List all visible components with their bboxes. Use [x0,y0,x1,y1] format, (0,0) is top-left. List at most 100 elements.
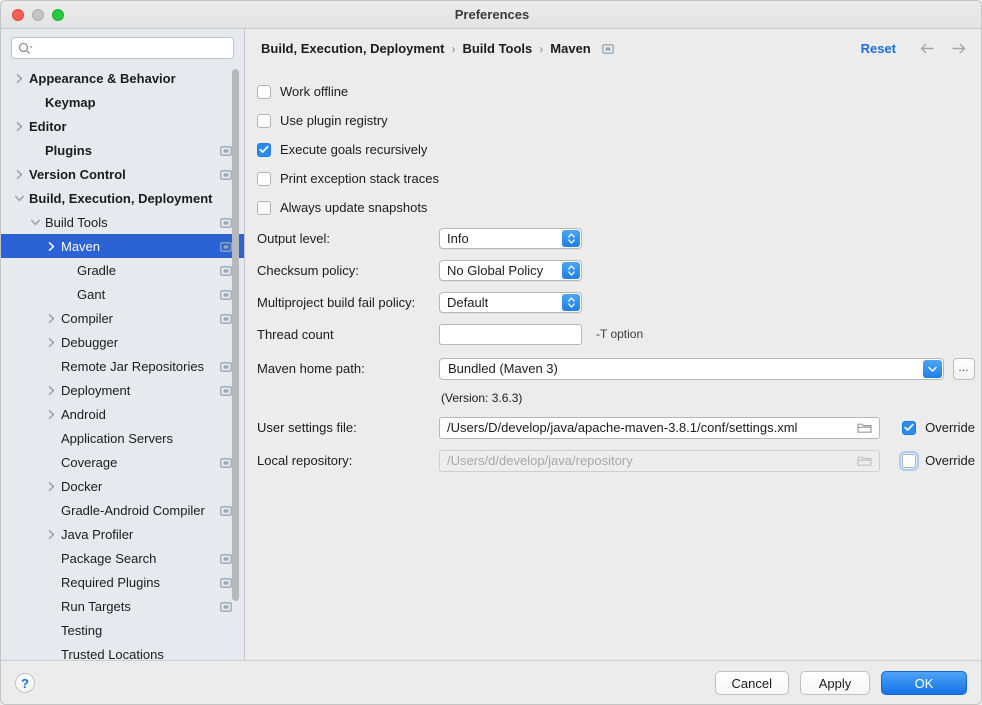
sidebar-item-compiler[interactable]: Compiler [1,306,244,330]
stepper-icon[interactable] [562,229,580,247]
chevron-right-icon[interactable] [43,382,59,398]
sidebar-item-version-control[interactable]: Version Control [1,162,244,186]
arrow-left-icon[interactable] [919,40,936,57]
sidebar-scrollbar-thumb[interactable] [232,69,239,601]
output-level-label: Output level: [257,230,330,246]
chevron-right-icon[interactable] [43,238,59,254]
sidebar-item-coverage[interactable]: Coverage [1,450,244,474]
local-repository-override[interactable]: Override [899,450,975,471]
chevron-right-icon[interactable] [43,526,59,542]
sidebar-item-plugins[interactable]: Plugins [1,138,244,162]
maven-home-value: Bundled (Maven 3) [448,361,558,376]
checkbox-always-update-snapshots[interactable] [257,200,271,215]
sidebar-item-java-profiler[interactable]: Java Profiler [1,522,244,546]
sidebar-item-trusted-locations[interactable]: Trusted Locations [1,642,244,662]
sidebar-item-build-execution-deployment[interactable]: Build, Execution, Deployment [1,186,244,210]
sidebar-item-package-search[interactable]: Package Search [1,546,244,570]
sidebar-item-remote-jar-repositories[interactable]: Remote Jar Repositories [1,354,244,378]
checkbox-use-plugin-registry[interactable] [257,113,271,128]
maven-home-browse-button[interactable]: … [953,357,975,380]
search-input[interactable] [35,41,227,55]
breadcrumb-segment: Maven [550,41,591,56]
output-level-combo[interactable]: Info [439,227,582,249]
stepper-icon[interactable] [562,261,580,279]
sidebar-item-gradle[interactable]: Gradle [1,258,244,282]
sidebar-item-maven[interactable]: Maven [1,234,244,258]
fail-policy-combo[interactable]: Default [439,291,582,313]
checksum-policy-value: No Global Policy [447,262,544,278]
sidebar-scrollbar[interactable] [232,69,239,601]
breadcrumb-separator: › [451,41,456,56]
chevron-right-icon[interactable] [11,70,27,86]
checksum-policy-row: Checksum policy: No Global Policy [255,254,975,286]
minimize-button[interactable] [32,8,44,21]
local-repository-value: /Users/d/develop/java/repository [447,453,633,468]
sidebar-item-testing[interactable]: Testing [1,618,244,642]
local-repository-override-checkbox[interactable] [899,450,920,471]
sidebar-item-debugger[interactable]: Debugger [1,330,244,354]
checkbox-row[interactable]: Always update snapshots [255,193,975,222]
sidebar-item-appearance-behavior[interactable]: Appearance & Behavior [1,66,244,90]
maven-home-combo[interactable]: Bundled (Maven 3) [439,357,945,380]
breadcrumb-segment[interactable]: Build, Execution, Deployment [261,41,444,56]
breadcrumb-separator: › [539,41,544,56]
module-icon [220,288,232,300]
checkbox-row[interactable]: Execute goals recursively [255,135,975,164]
module-icon [220,456,232,468]
user-settings-input[interactable]: /Users/D/develop/java/apache-maven-3.8.1… [439,416,881,439]
stepper-icon[interactable] [562,293,580,311]
help-button[interactable]: ? [15,673,35,693]
module-icon [220,360,232,372]
cancel-button[interactable]: Cancel [714,671,789,695]
checkbox-execute-goals-recursively[interactable] [257,142,271,157]
sidebar-item-application-servers[interactable]: Application Servers [1,426,244,450]
thread-count-hint: -T option [596,327,644,341]
chevron-right-icon[interactable] [11,118,27,134]
checkbox-work-offline[interactable] [257,84,271,99]
sidebar-item-run-targets[interactable]: Run Targets [1,594,244,618]
sidebar-item-label: Gant [77,286,106,302]
chevron-right-icon[interactable] [11,166,27,182]
chevron-right-icon[interactable] [43,406,59,422]
ok-button[interactable]: OK [881,671,967,695]
sidebar-item-deployment[interactable]: Deployment [1,378,244,402]
chevron-right-icon[interactable] [43,334,59,350]
sidebar-item-docker[interactable]: Docker [1,474,244,498]
sidebar-item-editor[interactable]: Editor [1,114,244,138]
sidebar-item-gradle-android-compiler[interactable]: Gradle-Android Compiler [1,498,244,522]
local-repository-row: Local repository: /Users/d/develop/java/… [255,444,975,477]
user-settings-override[interactable]: Override [902,420,975,435]
checkbox-row[interactable]: Work offline [255,77,975,106]
checkbox-row[interactable]: Print exception stack traces [255,164,975,193]
chevron-down-icon[interactable] [27,214,43,230]
checksum-policy-combo[interactable]: No Global Policy [439,259,582,281]
chevron-down-icon[interactable] [923,359,943,378]
user-settings-override-checkbox[interactable] [902,420,917,435]
search-box[interactable] [11,37,234,59]
sidebar-item-keymap[interactable]: Keymap [1,90,244,114]
chevron-down-icon[interactable] [11,190,27,206]
checkbox-print-exception-stack-traces[interactable] [257,171,271,186]
close-button[interactable] [12,8,24,21]
module-icon [220,144,232,156]
chevron-right-icon[interactable] [43,310,59,326]
zoom-button[interactable] [52,8,64,21]
module-icon [220,168,232,180]
sidebar-item-label: Version Control [29,166,126,182]
thread-count-input[interactable] [439,323,582,345]
checkbox-row[interactable]: Use plugin registry [255,106,975,135]
sidebar-item-build-tools[interactable]: Build Tools [1,210,244,234]
reset-link[interactable]: Reset [861,41,896,56]
breadcrumb-segment[interactable]: Build Tools [462,41,532,56]
sidebar-item-label: Package Search [61,550,157,566]
sidebar-item-label: Compiler [61,310,114,326]
sidebar-item-label: Editor [29,118,67,134]
sidebar-item-required-plugins[interactable]: Required Plugins [1,570,244,594]
chevron-right-icon[interactable] [43,478,59,494]
apply-button[interactable]: Apply [800,671,870,695]
folder-icon[interactable] [849,418,879,438]
sidebar-item-gant[interactable]: Gant [1,282,244,306]
sidebar-item-label: Keymap [45,94,96,110]
arrow-right-icon[interactable] [950,40,967,57]
sidebar-item-android[interactable]: Android [1,402,244,426]
